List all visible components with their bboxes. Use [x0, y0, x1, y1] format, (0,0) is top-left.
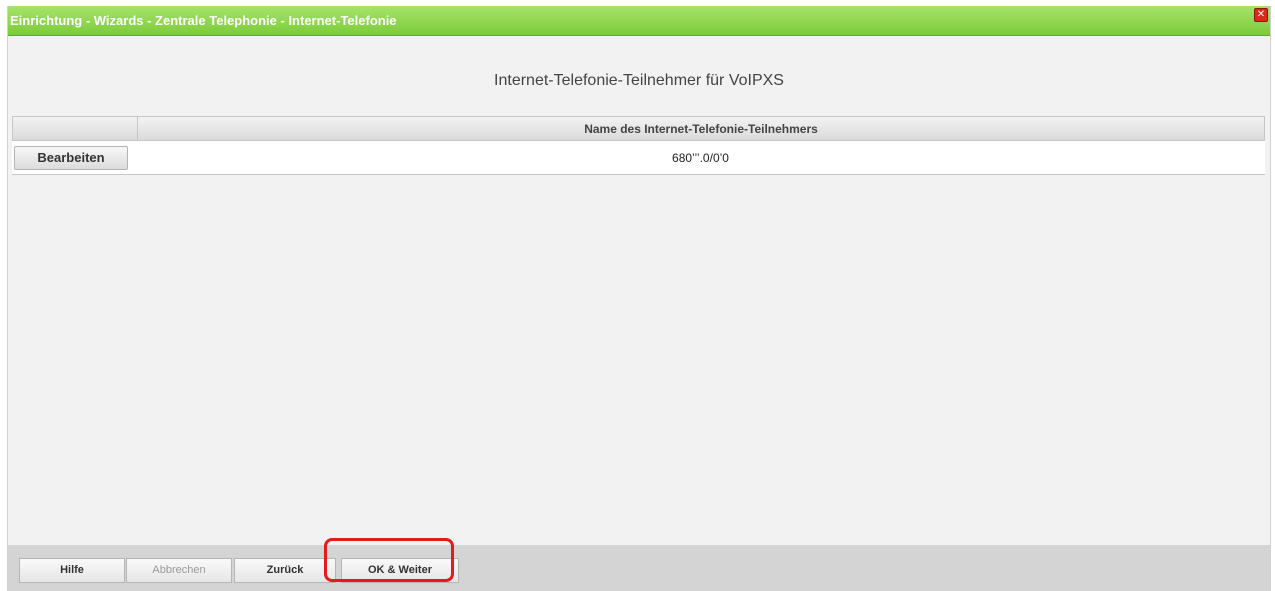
wizard-window: Einrichtung - Wizards - Zentrale Telepho… [7, 6, 1271, 591]
header-action-column [13, 117, 138, 140]
subscriber-table: Name des Internet-Telefonie-Teilnehmers … [12, 116, 1265, 175]
page-heading: Internet-Telefonie-Teilnehmer für VoIPXS [494, 72, 784, 89]
header-name-column: Name des Internet-Telefonie-Teilnehmers [584, 122, 818, 136]
row-action-cell: Bearbeiten [12, 145, 136, 170]
table-header: Name des Internet-Telefonie-Teilnehmers [12, 116, 1265, 141]
help-button[interactable]: Hilfe [19, 558, 125, 583]
title-bar: Einrichtung - Wizards - Zentrale Telepho… [8, 6, 1270, 36]
footer-bar: Hilfe Abbrechen Zurück OK & Weiter [8, 545, 1270, 591]
subscriber-name: 680’’’.0/0’0 [672, 150, 729, 165]
cancel-button[interactable]: Abbrechen [126, 558, 232, 583]
window-title: Einrichtung - Wizards - Zentrale Telepho… [10, 13, 397, 28]
edit-button[interactable]: Bearbeiten [14, 145, 128, 170]
ok-next-highlight-frame [324, 538, 454, 582]
close-icon[interactable]: ✕ [1254, 8, 1268, 22]
back-button[interactable]: Zurück [234, 558, 336, 583]
table-row: Bearbeiten 680’’’.0/0’0 [12, 141, 1265, 175]
